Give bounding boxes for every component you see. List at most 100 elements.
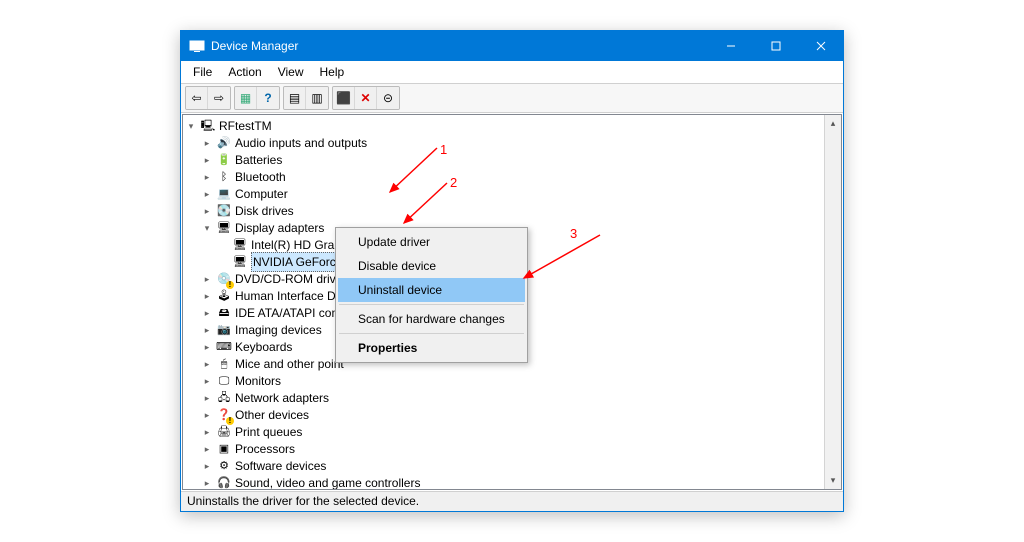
tree-label: Processors	[235, 440, 295, 458]
context-menu-item[interactable]: Update driver	[338, 230, 525, 254]
expand-icon[interactable]: ▸	[201, 151, 213, 169]
maximize-button[interactable]	[753, 31, 798, 61]
expand-icon[interactable]: ▸	[201, 355, 213, 373]
context-menu-separator	[339, 333, 524, 334]
bluetooth-icon: ᛒ	[216, 169, 232, 185]
tree-label: Computer	[235, 185, 288, 203]
help-icon: ?	[264, 91, 271, 105]
tree-row[interactable]: ▸🔋Batteries	[185, 151, 841, 168]
tree-label: Display adapters	[235, 219, 324, 237]
expand-icon[interactable]: ▸	[201, 474, 213, 490]
keyboard-icon: ⌨	[216, 339, 232, 355]
expand-icon[interactable]: ▸	[201, 423, 213, 441]
tree-row[interactable]: ▸❓!Other devices	[185, 406, 841, 423]
tree-label: Imaging devices	[235, 321, 322, 339]
minimize-button[interactable]	[708, 31, 753, 61]
tree-label: Disk drives	[235, 202, 294, 220]
tree-row[interactable]: ▸▣Processors	[185, 440, 841, 457]
menu-file[interactable]: File	[185, 63, 220, 81]
properties-icon: ▤	[289, 91, 300, 105]
context-menu-item[interactable]: Uninstall device	[338, 278, 525, 302]
tree-row[interactable]: ▸🖨Print queues	[185, 423, 841, 440]
collapse-icon[interactable]: ▾	[185, 117, 197, 135]
menu-action[interactable]: Action	[220, 63, 269, 81]
properties2-icon: ▥	[311, 91, 322, 105]
display-icon: 🖥	[232, 254, 248, 270]
tree-row[interactable]: ▸⚙Software devices	[185, 457, 841, 474]
software-icon: ⚙	[216, 458, 232, 474]
close-button[interactable]	[798, 31, 843, 61]
expand-icon[interactable]: ▸	[201, 185, 213, 203]
context-menu-separator	[339, 304, 524, 305]
tree-label: Bluetooth	[235, 168, 286, 186]
collapse-icon[interactable]: ▾	[201, 219, 213, 237]
tree-row[interactable]: ▸🎧Sound, video and game controllers	[185, 474, 841, 489]
monitor-icon: 🖵	[216, 373, 232, 389]
display-icon: 🖥	[232, 237, 248, 253]
display-icon: 🖥	[216, 220, 232, 236]
window-title: Device Manager	[211, 39, 298, 53]
tree-row[interactable]: ▸💽Disk drives	[185, 202, 841, 219]
uninstall-button[interactable]: ✕	[355, 87, 377, 109]
tree-label: Audio inputs and outputs	[235, 134, 367, 152]
tree-label: Batteries	[235, 151, 282, 169]
properties-button[interactable]: ▤	[284, 87, 306, 109]
print-icon: 🖨	[216, 424, 232, 440]
context-menu[interactable]: Update driverDisable deviceUninstall dev…	[335, 227, 528, 363]
tree-row[interactable]: ▸🔊Audio inputs and outputs	[185, 134, 841, 151]
tree-label: Sound, video and game controllers	[235, 474, 420, 490]
mouse-icon: 🖱	[216, 356, 232, 372]
sound-icon: 🎧	[216, 475, 232, 490]
context-menu-item[interactable]: Disable device	[338, 254, 525, 278]
expand-icon[interactable]: ▸	[201, 304, 213, 322]
audio-icon: 🔊	[216, 135, 232, 151]
expand-icon[interactable]: ▸	[201, 406, 213, 424]
forward-button[interactable]: ⇨	[208, 87, 230, 109]
expand-icon[interactable]: ▸	[201, 270, 213, 288]
disable-icon: ⊝	[383, 91, 393, 105]
expand-icon[interactable]: ▸	[201, 134, 213, 152]
back-button[interactable]: ⇦	[186, 87, 208, 109]
tree-row[interactable]: ▸🖧Network adapters	[185, 389, 841, 406]
context-menu-item[interactable]: Properties	[338, 336, 525, 360]
menu-view[interactable]: View	[270, 63, 312, 81]
scan-icon: ⬛	[336, 91, 351, 105]
tree-row[interactable]: ▸🖵Monitors	[185, 372, 841, 389]
expand-icon[interactable]: ▸	[201, 440, 213, 458]
scan-hardware-button[interactable]: ⬛	[333, 87, 355, 109]
tree-icon-toolbar: ▦	[240, 91, 251, 105]
scroll-down-button[interactable]: ▾	[825, 472, 841, 489]
disable-button[interactable]: ⊝	[377, 87, 399, 109]
dvd-icon: 💿!	[216, 271, 232, 287]
context-menu-item[interactable]: Scan for hardware changes	[338, 307, 525, 331]
tree-label: Network adapters	[235, 389, 329, 407]
cpu-icon: ▣	[216, 441, 232, 457]
tree-row[interactable]: ▾🖳RFtestTM	[185, 117, 841, 134]
expand-icon[interactable]: ▸	[201, 202, 213, 220]
tree-label: Keyboards	[235, 338, 292, 356]
expand-icon[interactable]: ▸	[201, 287, 213, 305]
expand-icon[interactable]: ▸	[201, 389, 213, 407]
menu-help[interactable]: Help	[312, 63, 353, 81]
tree-row[interactable]: ▸ᛒBluetooth	[185, 168, 841, 185]
toolbar: ⇦ ⇨ ▦ ? ▤ ▥ ⬛ ✕ ⊝	[181, 84, 843, 113]
show-hidden-button[interactable]: ▦	[235, 87, 257, 109]
computer-icon: 💻	[216, 186, 232, 202]
expand-icon[interactable]: ▸	[201, 321, 213, 339]
scroll-up-button[interactable]: ▴	[825, 115, 841, 132]
menubar: File Action View Help	[181, 61, 843, 84]
expand-icon[interactable]: ▸	[201, 338, 213, 356]
help-button[interactable]: ?	[257, 87, 279, 109]
tree-label: Print queues	[235, 423, 302, 441]
tree-row[interactable]: ▸💻Computer	[185, 185, 841, 202]
expand-icon[interactable]: ▸	[201, 168, 213, 186]
expand-icon[interactable]: ▸	[201, 457, 213, 475]
expand-icon[interactable]: ▸	[201, 372, 213, 390]
scrollbar-vertical[interactable]: ▴ ▾	[824, 115, 841, 489]
delete-icon: ✕	[360, 91, 370, 105]
tree-label: Human Interface De	[235, 287, 342, 305]
app-icon	[189, 38, 205, 54]
battery-icon: 🔋	[216, 152, 232, 168]
pc-icon: 🖳	[200, 118, 216, 134]
properties2-button[interactable]: ▥	[306, 87, 328, 109]
